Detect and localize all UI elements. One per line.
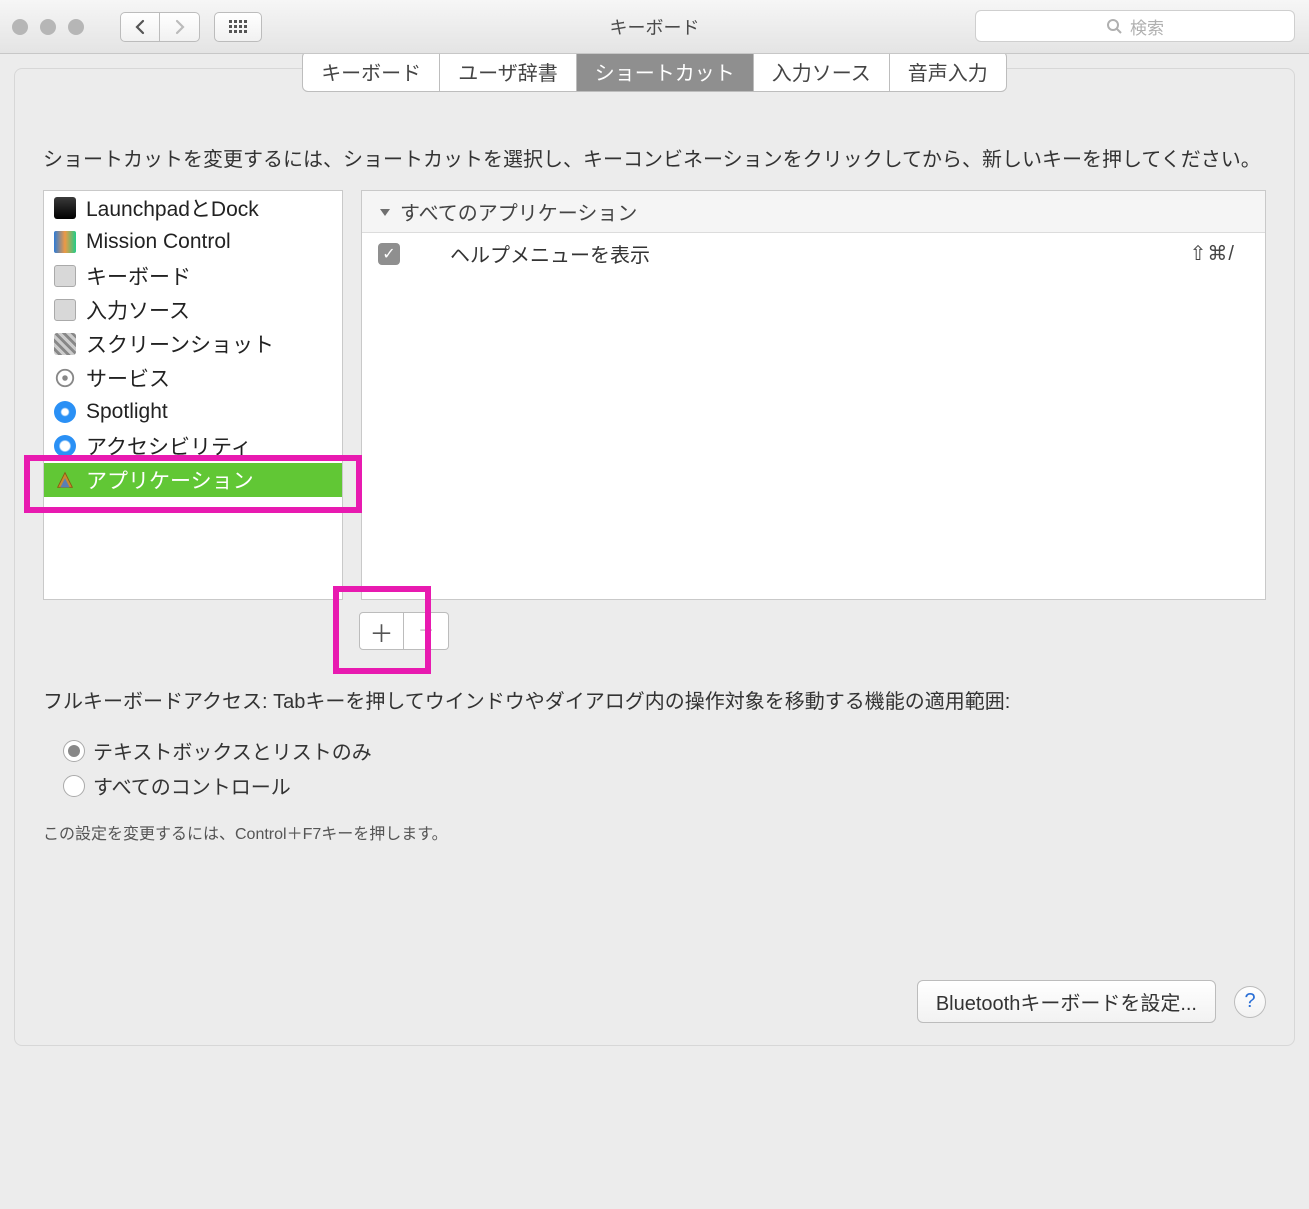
chevron-left-icon — [134, 19, 146, 35]
fka-radio-all[interactable]: すべてのコントロール — [63, 771, 1266, 800]
category-list: LaunchpadとDock Mission Control キーボード 入力ソ… — [43, 190, 343, 600]
accessibility-icon — [54, 435, 76, 457]
spotlight-icon — [54, 401, 76, 423]
sidebar-item-launchpad[interactable]: LaunchpadとDock — [44, 191, 342, 225]
launchpad-icon — [54, 197, 76, 219]
back-button[interactable] — [120, 12, 160, 42]
tab-keyboard[interactable]: キーボード — [303, 52, 440, 91]
mission-control-icon — [54, 231, 76, 253]
remove-shortcut-button[interactable]: − — [404, 612, 449, 650]
radio-icon — [63, 775, 85, 797]
sidebar-item-inputsources[interactable]: 入力ソース — [44, 293, 342, 327]
sidebar-item-keyboard[interactable]: キーボード — [44, 259, 342, 293]
sidebar-item-label: アプリケーション — [86, 465, 254, 495]
panel: キーボード ユーザ辞書 ショートカット 入力ソース 音声入力 ショートカットを変… — [14, 68, 1295, 1046]
zoom-icon[interactable] — [68, 19, 84, 35]
gear-icon — [54, 367, 76, 389]
show-all-button[interactable] — [214, 12, 262, 42]
tab-inputsources[interactable]: 入力ソース — [754, 52, 890, 91]
sidebar-item-label: キーボード — [86, 261, 191, 291]
tab-userdictionary[interactable]: ユーザ辞書 — [440, 52, 577, 91]
shortcut-group-label: すべてのアプリケーション — [400, 197, 637, 226]
shortcut-table: すべてのアプリケーション ✓ ヘルプメニューを表示 ⇧⌘/ — [361, 190, 1266, 600]
sidebar-item-missioncontrol[interactable]: Mission Control — [44, 225, 342, 259]
sidebar-item-spotlight[interactable]: Spotlight — [44, 395, 342, 429]
search-input[interactable]: 検索 — [975, 10, 1295, 42]
add-remove-wrap: ＋ − — [43, 612, 1266, 662]
shortcut-enabled-checkbox[interactable]: ✓ — [378, 243, 400, 265]
search-placeholder: 検索 — [1130, 14, 1164, 39]
tabbar: キーボード ユーザ辞書 ショートカット 入力ソース 音声入力 — [43, 51, 1266, 92]
forward-button[interactable] — [160, 12, 200, 42]
radio-label: テキストボックスとリストのみ — [93, 736, 372, 765]
sidebar-item-label: サービス — [86, 363, 170, 393]
nav-buttons — [120, 12, 200, 42]
sidebar-item-applications[interactable]: アプリケーション — [44, 463, 342, 497]
tab-dictation[interactable]: 音声入力 — [890, 52, 1006, 91]
sidebar-item-label: Spotlight — [86, 400, 168, 424]
minimize-icon[interactable] — [40, 19, 56, 35]
help-button[interactable]: ? — [1234, 986, 1266, 1018]
input-sources-icon — [54, 299, 76, 321]
fka-radio-group: テキストボックスとリストのみ すべてのコントロール — [63, 730, 1266, 806]
add-remove-buttons: ＋ − — [359, 612, 449, 650]
shortcut-label: ヘルプメニューを表示 — [450, 239, 650, 268]
full-keyboard-access-text: フルキーボードアクセス: Tabキーを押してウインドウやダイアログ内の操作対象を… — [43, 686, 1266, 718]
sidebar-item-label: Mission Control — [86, 230, 231, 254]
content-area: キーボード ユーザ辞書 ショートカット 入力ソース 音声入力 ショートカットを変… — [0, 54, 1309, 1060]
shortcut-row[interactable]: ✓ ヘルプメニューを表示 ⇧⌘/ — [362, 233, 1265, 274]
add-shortcut-button[interactable]: ＋ — [359, 612, 404, 650]
window-controls — [12, 19, 84, 35]
sidebar-item-accessibility[interactable]: アクセシビリティ — [44, 429, 342, 463]
close-icon[interactable] — [12, 19, 28, 35]
bluetooth-setup-button[interactable]: Bluetoothキーボードを設定... — [917, 980, 1216, 1023]
radio-label: すべてのコントロール — [93, 771, 291, 800]
fka-radio-textlist[interactable]: テキストボックスとリストのみ — [63, 736, 1266, 765]
shortcut-keys[interactable]: ⇧⌘/ — [1190, 241, 1235, 266]
disclosure-triangle-icon — [378, 205, 392, 219]
tabs: キーボード ユーザ辞書 ショートカット 入力ソース 音声入力 — [302, 51, 1007, 92]
search-icon — [1106, 18, 1122, 34]
tab-shortcuts[interactable]: ショートカット — [577, 52, 754, 91]
fka-hint: この設定を変更するには、Control＋F7キーを押します。 — [43, 820, 1266, 844]
preferences-window: キーボード 検索 キーボード ユーザ辞書 ショートカット 入力ソース 音声入力 … — [0, 0, 1309, 1060]
instructions-text: ショートカットを変更するには、ショートカットを選択し、キーコンビネーションをクリ… — [43, 144, 1266, 176]
chevron-right-icon — [174, 19, 186, 35]
grid-icon — [229, 20, 247, 33]
sidebar-item-label: アクセシビリティ — [86, 431, 252, 461]
sidebar-item-label: スクリーンショット — [86, 329, 274, 359]
shortcut-group-header[interactable]: すべてのアプリケーション — [362, 191, 1265, 233]
sidebar-item-screenshot[interactable]: スクリーンショット — [44, 327, 342, 361]
sidebar-item-label: LaunchpadとDock — [86, 193, 259, 223]
split-view: LaunchpadとDock Mission Control キーボード 入力ソ… — [43, 190, 1266, 600]
bottom-row: Bluetoothキーボードを設定... ? — [43, 960, 1266, 1023]
screenshot-icon — [54, 333, 76, 355]
keyboard-icon — [54, 265, 76, 287]
applications-icon — [54, 469, 76, 491]
radio-icon — [63, 740, 85, 762]
sidebar-item-label: 入力ソース — [86, 295, 190, 325]
titlebar: キーボード 検索 — [0, 0, 1309, 54]
sidebar-item-services[interactable]: サービス — [44, 361, 342, 395]
